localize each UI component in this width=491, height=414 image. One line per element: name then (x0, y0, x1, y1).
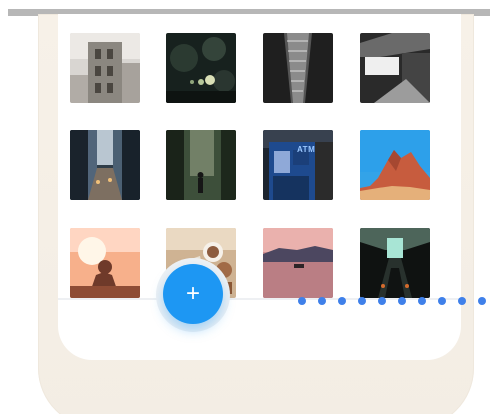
photo-modern-architecture[interactable] (360, 33, 430, 103)
dotted-connector-svg (298, 297, 486, 305)
photo-atm-kiosk[interactable]: ATM (263, 130, 333, 200)
atm-sign-text: ATM (297, 145, 316, 154)
dotted-connector (296, 295, 491, 307)
photo-sea-sunset[interactable] (263, 228, 333, 298)
photo-forest-walk[interactable] (166, 130, 236, 200)
photo-tower-structure[interactable] (263, 33, 333, 103)
phone-screen: ATM (58, 14, 461, 360)
photo-old-building[interactable] (70, 33, 140, 103)
photo-city-street[interactable] (70, 130, 140, 200)
photo-grid: ATM (58, 14, 461, 360)
photo-dark-bokeh[interactable] (166, 33, 236, 103)
photo-sunset-person[interactable] (70, 228, 140, 298)
photo-tunnel-light[interactable] (360, 228, 430, 298)
photo-red-rock[interactable] (360, 130, 430, 200)
screenshot-stage: ATM + (0, 0, 491, 414)
add-button[interactable]: + (163, 264, 223, 324)
